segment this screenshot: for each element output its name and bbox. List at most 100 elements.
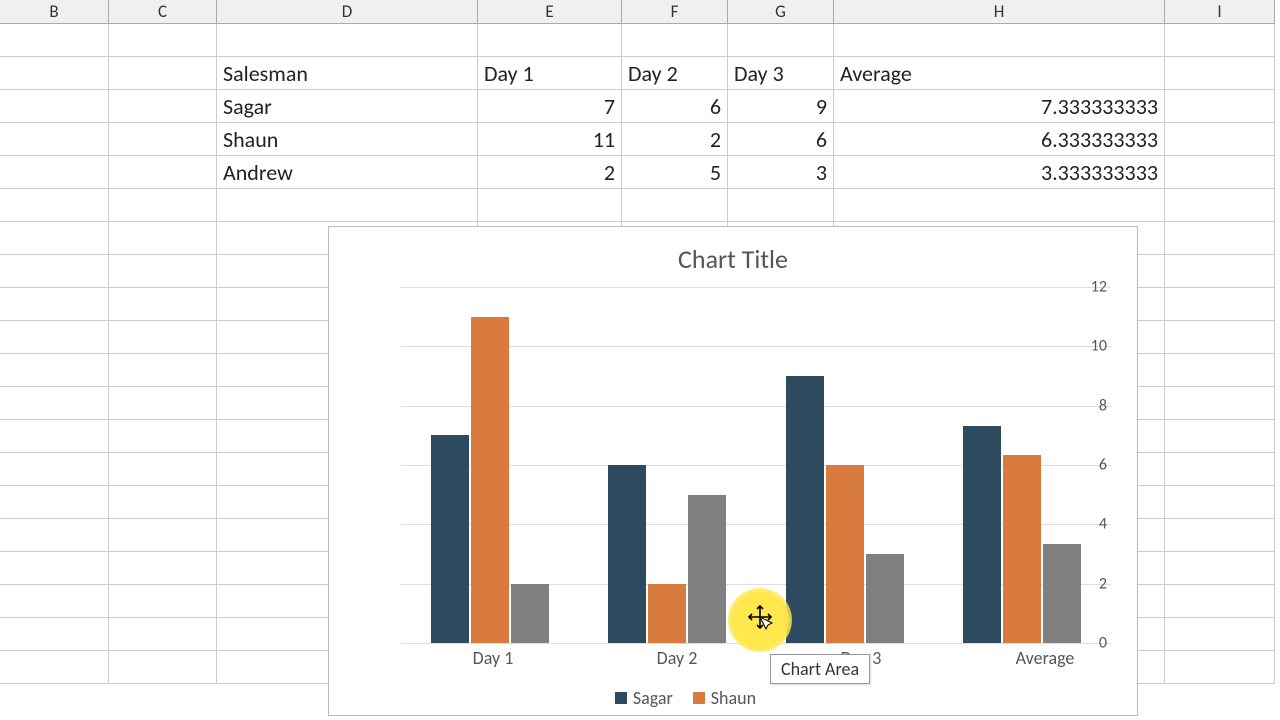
cell[interactable] bbox=[1165, 354, 1275, 387]
cell[interactable] bbox=[478, 24, 622, 57]
cell[interactable] bbox=[109, 123, 217, 156]
cell[interactable] bbox=[0, 222, 109, 255]
cell[interactable] bbox=[1165, 222, 1275, 255]
cell[interactable] bbox=[1165, 585, 1275, 618]
cell[interactable] bbox=[1165, 288, 1275, 321]
cell[interactable] bbox=[109, 156, 217, 189]
cell[interactable] bbox=[109, 453, 217, 486]
cell[interactable] bbox=[622, 189, 728, 222]
cell[interactable] bbox=[0, 123, 109, 156]
cell[interactable] bbox=[0, 255, 109, 288]
bar-andrew[interactable] bbox=[1043, 544, 1081, 643]
cell[interactable] bbox=[0, 420, 109, 453]
cell[interactable] bbox=[0, 585, 109, 618]
cell[interactable] bbox=[109, 255, 217, 288]
bar-sagar[interactable] bbox=[431, 435, 469, 643]
cell[interactable]: 2 bbox=[478, 156, 622, 189]
cell[interactable] bbox=[109, 552, 217, 585]
cell[interactable] bbox=[0, 618, 109, 651]
cell[interactable] bbox=[0, 387, 109, 420]
cell[interactable]: Salesman bbox=[217, 57, 478, 90]
cell[interactable] bbox=[1165, 420, 1275, 453]
cell[interactable]: 7.333333333 bbox=[834, 90, 1165, 123]
cell[interactable]: 3 bbox=[728, 156, 834, 189]
cell[interactable] bbox=[109, 420, 217, 453]
bar-shaun[interactable] bbox=[826, 465, 864, 643]
cell[interactable]: 11 bbox=[478, 123, 622, 156]
cell[interactable] bbox=[1165, 519, 1275, 552]
col-header[interactable]: C bbox=[109, 0, 217, 24]
legend-item-sagar[interactable]: Sagar bbox=[615, 687, 673, 709]
cell[interactable] bbox=[1165, 24, 1275, 57]
cell[interactable] bbox=[1165, 321, 1275, 354]
cell[interactable]: 6.333333333 bbox=[834, 123, 1165, 156]
legend-item-shaun[interactable]: Shaun bbox=[693, 687, 756, 709]
bar-andrew[interactable] bbox=[511, 584, 549, 643]
bar-shaun[interactable] bbox=[648, 584, 686, 643]
chart-legend[interactable]: Sagar Shaun Andrew bbox=[329, 687, 1137, 709]
plot-area[interactable]: 024681012 bbox=[371, 287, 1111, 643]
cell[interactable] bbox=[0, 90, 109, 123]
cell[interactable] bbox=[0, 651, 109, 684]
cell[interactable] bbox=[217, 24, 478, 57]
cell[interactable] bbox=[1165, 651, 1275, 684]
cell[interactable] bbox=[1165, 189, 1275, 222]
cell[interactable] bbox=[109, 222, 217, 255]
cell[interactable]: Day 2 bbox=[622, 57, 728, 90]
cell[interactable]: 9 bbox=[728, 90, 834, 123]
cell[interactable] bbox=[109, 354, 217, 387]
cell[interactable] bbox=[0, 189, 109, 222]
cell[interactable] bbox=[109, 486, 217, 519]
bar-sagar[interactable] bbox=[963, 426, 1001, 643]
cell[interactable] bbox=[1165, 453, 1275, 486]
cell[interactable] bbox=[109, 288, 217, 321]
chart-area[interactable]: Chart Title 024681012 Day 1 Day 2 Day 3 … bbox=[328, 226, 1138, 716]
cell[interactable] bbox=[0, 57, 109, 90]
bar-andrew[interactable] bbox=[688, 495, 726, 643]
cell[interactable] bbox=[0, 24, 109, 57]
cell[interactable] bbox=[109, 90, 217, 123]
cell[interactable]: 6 bbox=[622, 90, 728, 123]
cell[interactable] bbox=[217, 189, 478, 222]
cell[interactable] bbox=[0, 552, 109, 585]
cell[interactable] bbox=[109, 651, 217, 684]
cell[interactable] bbox=[0, 354, 109, 387]
cell[interactable]: 6 bbox=[728, 123, 834, 156]
cell[interactable] bbox=[478, 189, 622, 222]
cell[interactable] bbox=[1165, 255, 1275, 288]
cell[interactable] bbox=[0, 288, 109, 321]
col-header[interactable]: H bbox=[834, 0, 1165, 24]
cell[interactable]: Sagar bbox=[217, 90, 478, 123]
cell[interactable]: 3.333333333 bbox=[834, 156, 1165, 189]
cell[interactable] bbox=[1165, 486, 1275, 519]
cell[interactable]: Andrew bbox=[217, 156, 478, 189]
col-header[interactable]: F bbox=[622, 0, 728, 24]
cell[interactable]: Day 3 bbox=[728, 57, 834, 90]
bar-andrew[interactable] bbox=[866, 554, 904, 643]
bar-shaun[interactable] bbox=[1003, 455, 1041, 643]
cell[interactable] bbox=[1165, 90, 1275, 123]
cell[interactable]: 2 bbox=[622, 123, 728, 156]
col-header[interactable]: D bbox=[217, 0, 478, 24]
cell[interactable] bbox=[109, 321, 217, 354]
cell[interactable] bbox=[1165, 57, 1275, 90]
cell[interactable] bbox=[0, 519, 109, 552]
cell[interactable] bbox=[0, 321, 109, 354]
cell[interactable]: Average bbox=[834, 57, 1165, 90]
col-header[interactable]: G bbox=[728, 0, 834, 24]
cell[interactable] bbox=[109, 519, 217, 552]
bar-sagar[interactable] bbox=[608, 465, 646, 643]
cell[interactable] bbox=[109, 189, 217, 222]
cell[interactable]: 7 bbox=[478, 90, 622, 123]
col-header[interactable]: I bbox=[1165, 0, 1275, 24]
cell[interactable] bbox=[834, 189, 1165, 222]
bar-shaun[interactable] bbox=[471, 317, 509, 643]
cell[interactable] bbox=[109, 585, 217, 618]
cell[interactable]: 5 bbox=[622, 156, 728, 189]
cell[interactable] bbox=[1165, 618, 1275, 651]
cell[interactable] bbox=[109, 24, 217, 57]
cell[interactable] bbox=[1165, 156, 1275, 189]
cell[interactable]: Shaun bbox=[217, 123, 478, 156]
cell[interactable] bbox=[109, 387, 217, 420]
bar-sagar[interactable] bbox=[786, 376, 824, 643]
